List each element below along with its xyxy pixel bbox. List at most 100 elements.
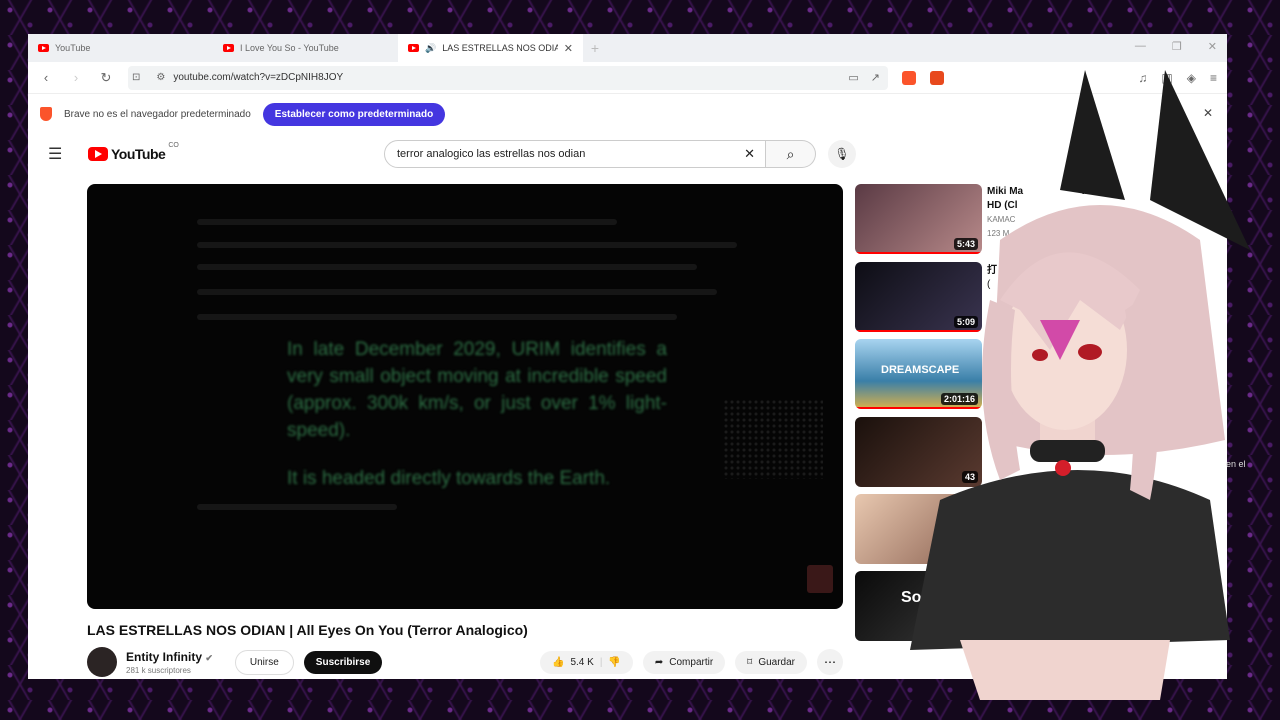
- rec-title: Miki Ma: [987, 186, 1024, 197]
- thumbnail-overlay-text: So: [901, 589, 922, 606]
- tab-title: LAS ESTRELLAS NOS ODIAN |: [442, 43, 558, 53]
- youtube-favicon-icon: [408, 44, 419, 52]
- watch-progress: [855, 330, 982, 332]
- tab-close-icon[interactable]: ✕: [564, 42, 573, 55]
- tab-i-love-you-so[interactable]: I Love You So - YouTube: [213, 34, 398, 62]
- thumbnail-overlay-text: DREAMSCAPE: [881, 364, 960, 376]
- brave-shields-icon[interactable]: [902, 70, 916, 85]
- thumbs-up-icon: 👍: [552, 656, 565, 668]
- video-caption-line: It is headed directly towards the Earth.: [287, 468, 611, 489]
- search-input[interactable]: terror analogico las estrellas nos odian…: [384, 140, 766, 168]
- youtube-play-logo-icon: [88, 147, 108, 161]
- banner-close-icon[interactable]: ✕: [1203, 106, 1213, 120]
- blurred-text-line: [197, 219, 617, 225]
- new-tab-button[interactable]: +: [583, 34, 607, 62]
- reload-icon[interactable]: ↻: [98, 70, 114, 86]
- subscribe-button[interactable]: Suscribirse: [303, 650, 383, 674]
- rec-title: 打: [987, 265, 997, 276]
- side-text-snippet: en el: [1226, 459, 1246, 469]
- rec-channel: KAMAC: [987, 215, 1016, 224]
- thumbs-down-icon[interactable]: 👎: [608, 657, 620, 668]
- wallet-icon[interactable]: ◈: [1187, 71, 1196, 85]
- video-noise-texture: [723, 399, 823, 479]
- like-button[interactable]: 👍 5.4 K | 👎: [540, 650, 633, 674]
- minimize-icon[interactable]: —: [1135, 40, 1146, 53]
- media-icon[interactable]: ♫: [1138, 71, 1147, 85]
- share-arrow-icon: ➦: [654, 656, 664, 668]
- browser-window: YouTube I Love You So - YouTube 🔊 LAS ES…: [28, 34, 1227, 679]
- more-dots-icon: ⋯: [824, 655, 836, 669]
- more-options-button[interactable]: ⋯: [817, 649, 843, 675]
- url-field[interactable]: ⊡ ⚙ youtube.com/watch?v=zDCpNIH8JOY ▭ ↗: [128, 65, 888, 90]
- rec-title-line2: (: [987, 279, 991, 290]
- voice-search-button[interactable]: 🎙: [828, 140, 856, 168]
- recommendation-thumbnail[interactable]: 43: [855, 417, 982, 487]
- speaker-icon[interactable]: 🔊: [425, 43, 436, 54]
- channel-info: Entity Infinity ✔ 281 k suscriptores: [126, 650, 213, 675]
- sidebar-icon[interactable]: ▥: [1161, 71, 1172, 85]
- recommendation-meta[interactable]: 打 (: [987, 264, 997, 292]
- search-area: terror analogico las estrellas nos odian…: [384, 140, 856, 168]
- tab-bar: YouTube I Love You So - YouTube 🔊 LAS ES…: [28, 34, 1227, 62]
- share-icon[interactable]: ↗: [871, 71, 880, 84]
- video-actions: 👍 5.4 K | 👎 ➦ Compartir ⌑ Guardar ⋯: [540, 649, 843, 675]
- video-player[interactable]: In late December 2029, URIM identifies a…: [87, 184, 843, 609]
- recommendation-meta[interactable]: Miki Ma th Me HD (Cl KAMAC 123 M: [987, 185, 1107, 241]
- site-settings-icon[interactable]: ⚙: [156, 72, 165, 83]
- brave-logo-icon: [40, 107, 52, 121]
- save-button[interactable]: ⌑ Guardar: [735, 650, 807, 674]
- recommendation-thumbnail[interactable]: [855, 494, 982, 564]
- bookmark-icon[interactable]: ⊡: [132, 72, 140, 83]
- rec-title-line2: HD (Cl: [987, 200, 1018, 211]
- youtube-favicon-icon: [38, 44, 49, 52]
- search-icon: ⌕: [786, 145, 795, 162]
- recommendation-thumbnail[interactable]: 5:09: [855, 262, 982, 332]
- url-text: youtube.com/watch?v=zDCpNIH8JOY: [173, 72, 344, 83]
- like-count: 5.4 K: [570, 656, 594, 668]
- extensions-area: ♫ ▥ ◈ ≡: [1138, 71, 1217, 85]
- blurred-text-line: [197, 289, 717, 295]
- window-controls: — ❐ ✕: [1135, 40, 1217, 53]
- bookmark-save-icon: ⌑: [747, 656, 753, 668]
- duration-badge: 5:09: [953, 316, 978, 328]
- recommendation-thumbnail[interactable]: So: [855, 571, 982, 641]
- hamburger-menu-icon[interactable]: ☰: [48, 144, 68, 164]
- blurred-text-line: [197, 264, 697, 270]
- set-default-button[interactable]: Establecer como predeterminado: [262, 102, 446, 126]
- join-button[interactable]: Unirse: [234, 649, 294, 675]
- banner-text: Brave no es el navegador predeterminado: [64, 108, 251, 120]
- rec-title-tail: th Me: [1081, 186, 1108, 197]
- channel-watermark-icon[interactable]: [807, 565, 833, 593]
- search-query-text: terror analogico las estrellas nos odian: [397, 148, 586, 160]
- clear-search-icon[interactable]: ✕: [744, 146, 755, 162]
- recommendation-thumbnail[interactable]: DREAMSCAPE 2:01:16: [855, 339, 982, 409]
- channel-avatar[interactable]: [87, 647, 117, 677]
- brave-rewards-icon[interactable]: [930, 70, 944, 85]
- youtube-favicon-icon: [223, 44, 234, 52]
- divider: |: [599, 656, 603, 668]
- duration-badge: 43: [961, 471, 978, 483]
- restore-icon[interactable]: ❐: [1172, 40, 1182, 53]
- rec-views: 123 M: [987, 229, 1010, 238]
- tab-title: YouTube: [55, 43, 91, 53]
- share-button[interactable]: ➦ Compartir: [642, 650, 726, 674]
- close-window-icon[interactable]: ✕: [1208, 40, 1217, 53]
- tab-youtube[interactable]: YouTube: [28, 34, 213, 62]
- blurred-text-line: [197, 314, 677, 320]
- search-button[interactable]: ⌕: [766, 140, 816, 168]
- duration-badge: 5:43: [953, 238, 978, 250]
- forward-icon[interactable]: ›: [68, 70, 84, 85]
- back-icon[interactable]: ‹: [38, 70, 54, 85]
- recommendation-thumbnail[interactable]: 5:43: [855, 184, 982, 254]
- region-code: CO: [168, 142, 179, 149]
- verified-icon: ✔: [205, 652, 213, 663]
- duration-badge: 2:01:16: [940, 393, 978, 405]
- tab-title: I Love You So - YouTube: [240, 43, 339, 53]
- channel-name[interactable]: Entity Infinity ✔: [126, 650, 213, 664]
- menu-icon[interactable]: ≡: [1210, 71, 1217, 85]
- youtube-logo[interactable]: YouTube CO: [88, 142, 179, 162]
- save-label: Guardar: [758, 656, 795, 668]
- tab-active-video[interactable]: 🔊 LAS ESTRELLAS NOS ODIAN | ✕: [398, 34, 583, 62]
- watch-progress: [855, 252, 982, 254]
- cast-icon[interactable]: ▭: [848, 71, 858, 84]
